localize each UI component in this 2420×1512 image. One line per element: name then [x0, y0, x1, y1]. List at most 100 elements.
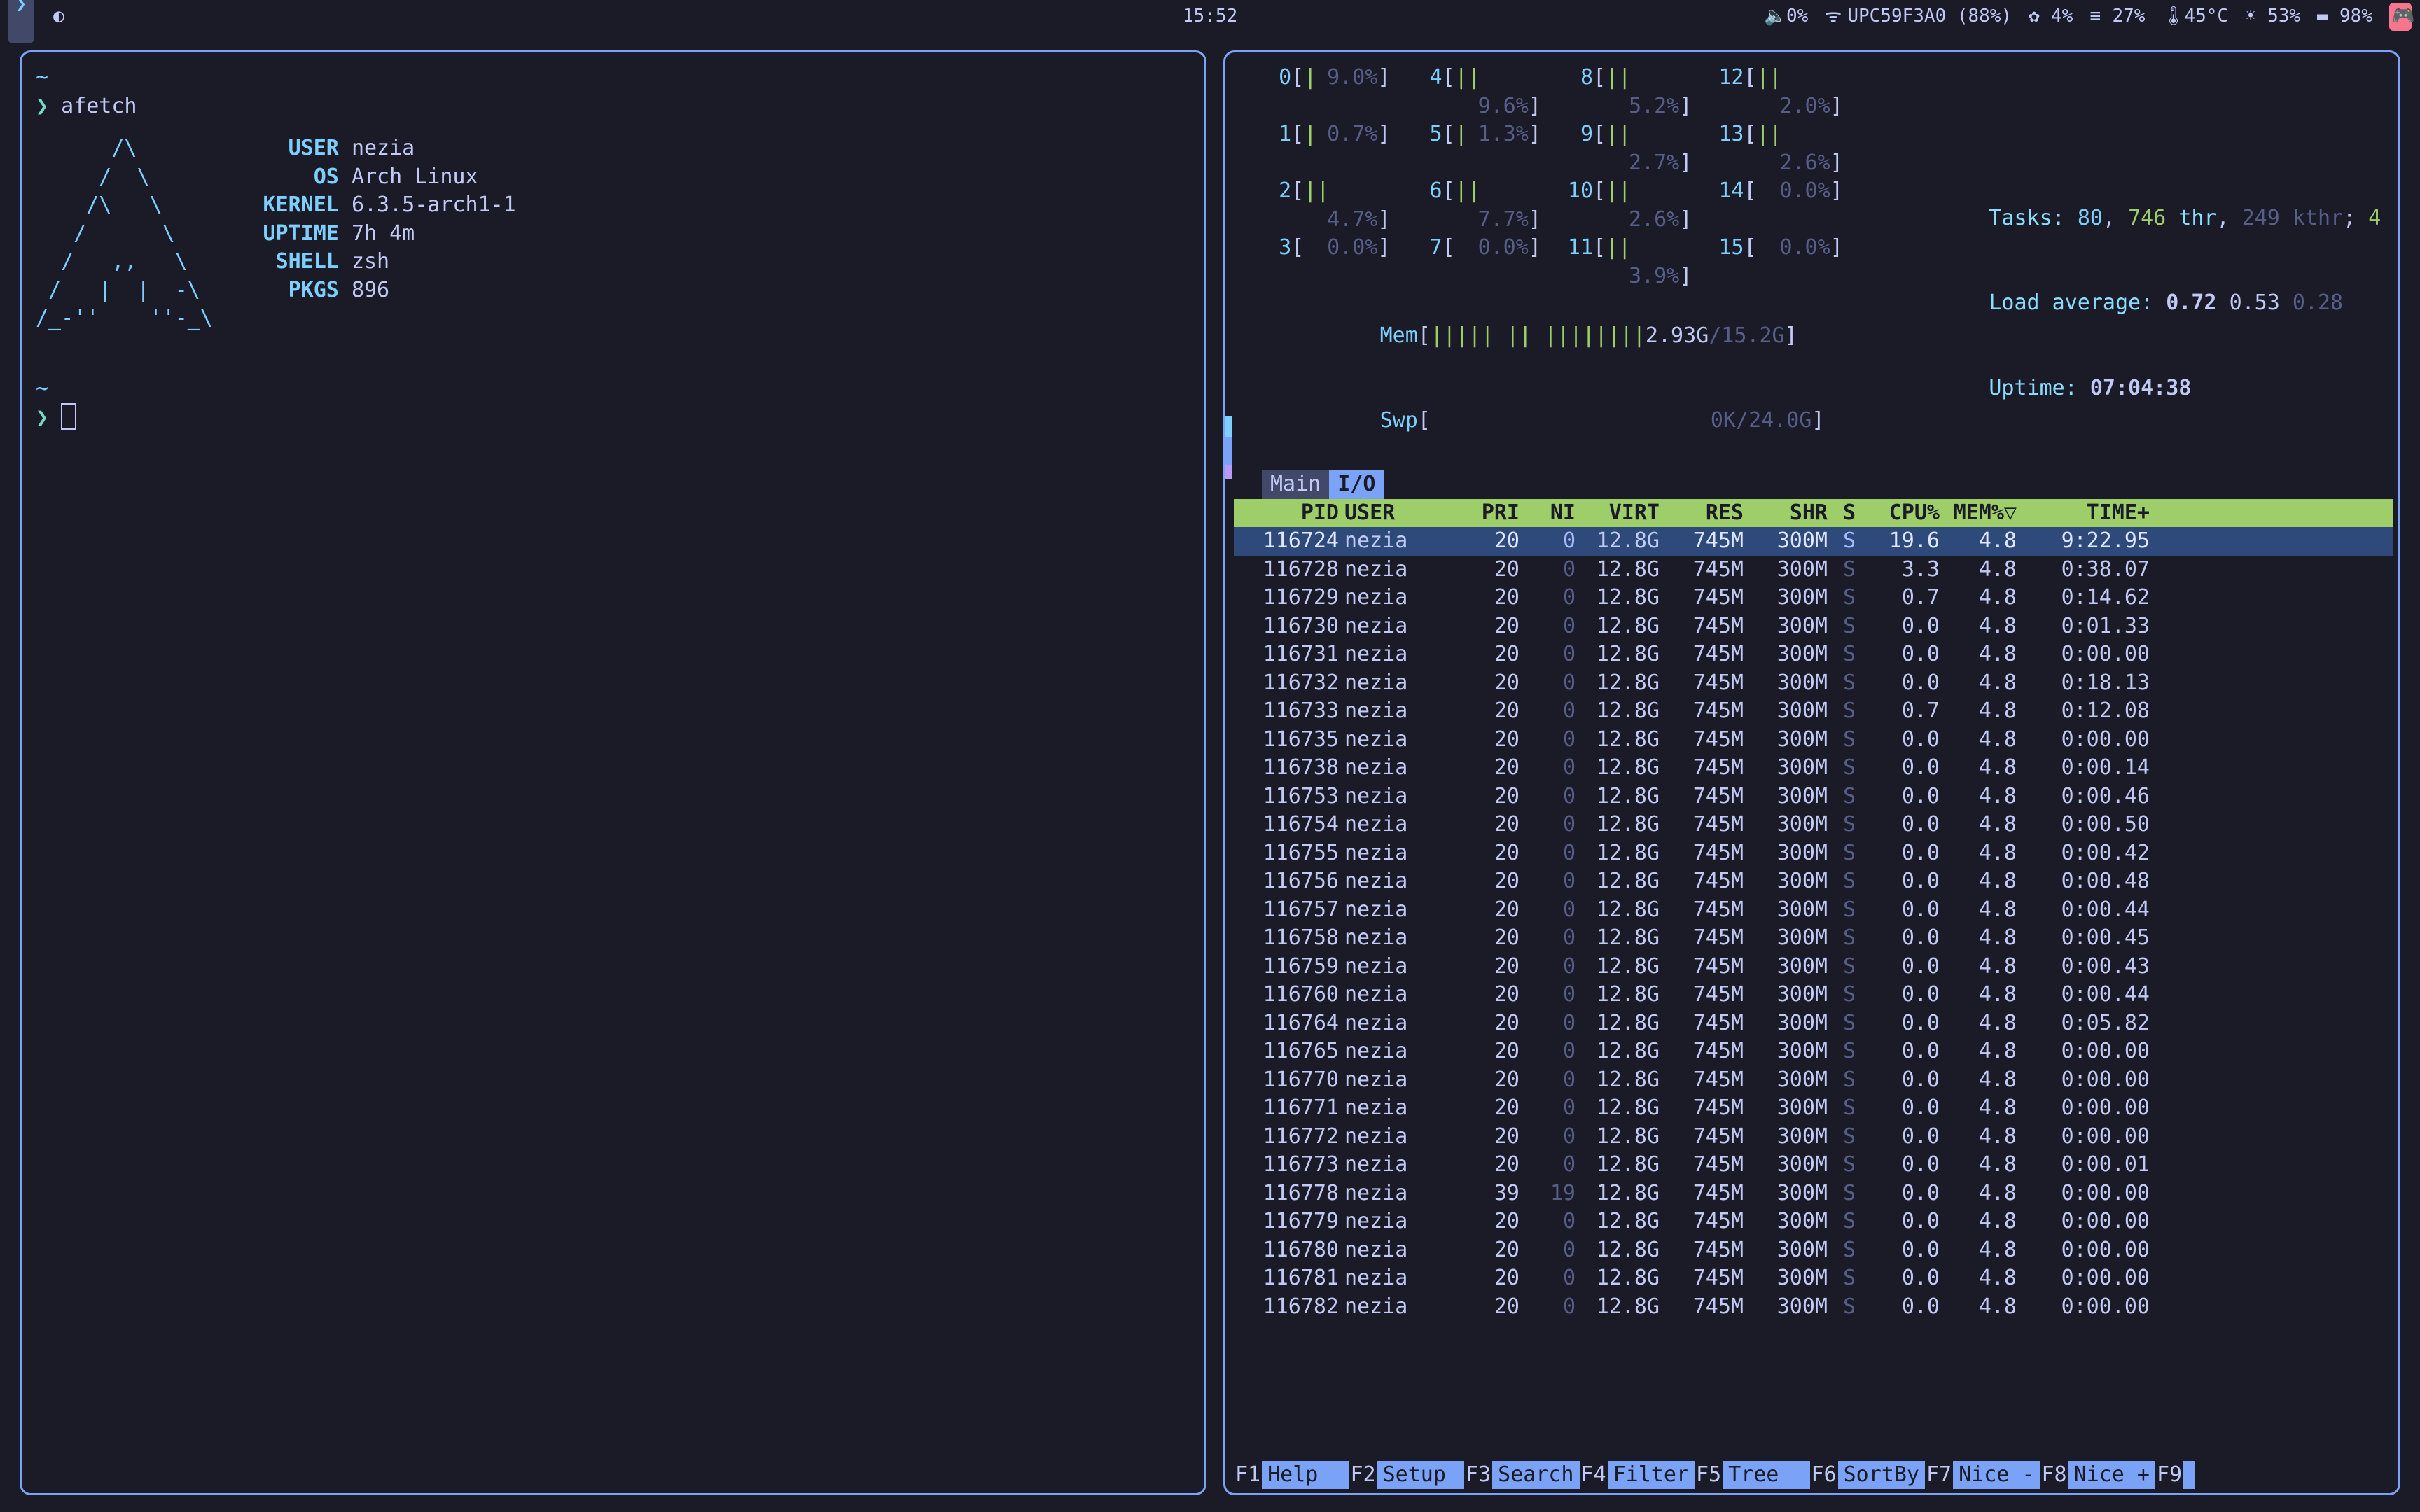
loadavg-line: Load average: 0.72 0.53 0.28 — [1853, 261, 2353, 346]
cpu-meter-13: 13[||2.6%] — [1706, 120, 1842, 177]
process-row[interactable]: 116757nezia20012.8G745M300MS0.04.80:00.4… — [1234, 896, 2393, 925]
fkey-f4[interactable]: F4Filter — [1580, 1461, 1695, 1490]
col-cpu[interactable]: CPU% — [1856, 499, 1940, 528]
process-row[interactable]: 116753nezia20012.8G745M300MS0.04.80:00.4… — [1234, 783, 2393, 811]
cpu-meter-6: 6[||7.7%] — [1404, 177, 1541, 234]
fkey-f3[interactable]: F3Search — [1464, 1461, 1580, 1490]
terminal-right-pane[interactable]: 0[|9.0%] 4[||9.6%] 8[||5.2%] 12[||2.0%] … — [1223, 50, 2400, 1495]
arch-ascii-logo: /\ / \ /\ \ / \ / ,, \ / | | -\ /_-'' ''… — [36, 134, 213, 333]
firefox-icon[interactable]: ◐ — [50, 4, 67, 29]
process-row[interactable]: 116738nezia20012.8G745M300MS0.04.80:00.1… — [1234, 754, 2393, 783]
process-row[interactable]: 116764nezia20012.8G745M300MS0.04.80:05.8… — [1234, 1009, 2393, 1038]
process-row[interactable]: 116782nezia20012.8G745M300MS0.04.80:00.0… — [1234, 1293, 2393, 1322]
process-row[interactable]: 116773nezia20012.8G745M300MS0.04.80:00.0… — [1234, 1151, 2393, 1180]
process-row[interactable]: 116730nezia20012.8G745M300MS0.04.80:01.3… — [1234, 612, 2393, 641]
info-shell: SHELL zsh — [241, 248, 516, 276]
col-res[interactable]: RES — [1660, 499, 1744, 528]
process-row[interactable]: 116732nezia20012.8G745M300MS0.04.80:18.1… — [1234, 669, 2393, 698]
col-user[interactable]: USER — [1344, 499, 1442, 528]
process-row[interactable]: 116770nezia20012.8G745M300MS0.04.80:00.0… — [1234, 1066, 2393, 1095]
process-table-header[interactable]: PID USER PRI NI VIRT RES SHR S CPU% MEM%… — [1234, 499, 2393, 528]
process-row[interactable]: 116729nezia20012.8G745M300MS0.74.80:14.6… — [1234, 584, 2393, 612]
col-shr[interactable]: SHR — [1744, 499, 1828, 528]
process-row[interactable]: 116735nezia20012.8G745M300MS0.04.80:00.0… — [1234, 726, 2393, 755]
memory-indicator[interactable]: ≡27% — [2089, 4, 2145, 29]
fkey-f8[interactable]: F8Nice + — [2040, 1461, 2156, 1490]
process-row[interactable]: 116771nezia20012.8G745M300MS0.04.80:00.0… — [1234, 1094, 2393, 1123]
col-mem[interactable]: MEM%▽ — [1940, 499, 2017, 528]
cpu-meter-15: 15[0.0%] — [1706, 234, 1842, 290]
sun-icon: ☀ — [2245, 4, 2262, 29]
process-row[interactable]: 116724nezia20012.8G745M300MS19.64.89:22.… — [1234, 527, 2393, 556]
process-row[interactable]: 116772nezia20012.8G745M300MS0.04.80:00.0… — [1234, 1123, 2393, 1152]
cpu-meters: 0[|9.0%] 4[||9.6%] 8[||5.2%] 12[||2.0%] … — [1244, 64, 1853, 293]
temperature-indicator[interactable]: 🌡45°C — [2162, 4, 2228, 29]
fkey-f7[interactable]: F7Nice - — [1925, 1461, 2040, 1490]
col-state[interactable]: S — [1828, 499, 1856, 528]
clock: 15:52 — [1183, 4, 1237, 29]
info-user: USER nezia — [241, 134, 516, 163]
bars-icon: ≡ — [2089, 4, 2106, 29]
col-ni[interactable]: NI — [1520, 499, 1576, 528]
discord-icon[interactable]: 🎮 — [2389, 3, 2412, 30]
tasks-line: Tasks: 80, 746 thr, 249 kthr; 4 — [1853, 176, 2391, 261]
scroll-gutter[interactable] — [1225, 416, 1232, 1450]
col-pid[interactable]: PID — [1234, 499, 1344, 528]
terminal-icon[interactable]: ❯_ — [8, 0, 34, 43]
prompt-line[interactable]: ❯ — [36, 403, 1190, 433]
volume-icon: 🔈 — [1764, 4, 1781, 29]
text-cursor — [61, 403, 76, 430]
process-row[interactable]: 116733nezia20012.8G745M300MS0.74.80:12.0… — [1234, 697, 2393, 726]
process-row[interactable]: 116728nezia20012.8G745M300MS3.34.80:38.0… — [1234, 556, 2393, 584]
fkey-f5[interactable]: F5Tree — [1695, 1461, 1810, 1490]
volume-indicator[interactable]: 🔈0% — [1764, 4, 1808, 29]
battery-indicator[interactable]: ▬98% — [2317, 4, 2372, 29]
fkey-f2[interactable]: F2Setup — [1349, 1461, 1465, 1490]
function-key-bar[interactable]: F1Help F2Setup F3SearchF4FilterF5Tree F6… — [1234, 1461, 2393, 1490]
col-pri[interactable]: PRI — [1442, 499, 1520, 528]
cpu-meter-10: 10[||2.6%] — [1555, 177, 1692, 234]
col-time[interactable]: TIME+ — [2017, 499, 2155, 528]
afetch-output: /\ / \ /\ \ / \ / ,, \ / | | -\ /_-'' ''… — [36, 134, 1190, 333]
fkey-f9[interactable]: F9 — [2155, 1461, 2195, 1490]
col-virt[interactable]: VIRT — [1576, 499, 1660, 528]
process-row[interactable]: 116731nezia20012.8G745M300MS0.04.80:00.0… — [1234, 640, 2393, 669]
cpu-meter-14: 14[0.0%] — [1706, 177, 1842, 234]
info-kernel: KERNEL 6.3.5-arch1-1 — [241, 191, 516, 220]
process-row[interactable]: 116760nezia20012.8G745M300MS0.04.80:00.4… — [1234, 981, 2393, 1009]
command-text: afetch — [61, 94, 137, 118]
info-os: OS Arch Linux — [241, 163, 516, 192]
tab-io[interactable]: I/O — [1329, 470, 1384, 499]
process-row[interactable]: 116755nezia20012.8G745M300MS0.04.80:00.4… — [1234, 839, 2393, 868]
home-tilde: ~ — [36, 375, 1190, 404]
gear-icon: ✿ — [2029, 4, 2045, 29]
process-row[interactable]: 116780nezia20012.8G745M300MS0.04.80:00.0… — [1234, 1236, 2393, 1265]
fkey-f6[interactable]: F6SortBy — [1810, 1461, 1926, 1490]
tab-main[interactable]: Main — [1262, 470, 1329, 499]
wifi-indicator[interactable]: ᯤUPC59F3A0 (88%) — [1825, 4, 2012, 29]
fkey-f1[interactable]: F1Help — [1234, 1461, 1349, 1490]
cpu-meter-7: 7[0.0%] — [1404, 234, 1541, 290]
brightness-indicator[interactable]: ☀53% — [2245, 4, 2300, 29]
process-row[interactable]: 116758nezia20012.8G745M300MS0.04.80:00.4… — [1234, 924, 2393, 953]
cpu-meter-4: 4[||9.6%] — [1404, 64, 1541, 120]
info-uptime: UPTIME 7h 4m — [241, 220, 516, 248]
process-row[interactable]: 116754nezia20012.8G745M300MS0.04.80:00.5… — [1234, 811, 2393, 839]
cpu-meter-11: 11[||3.9%] — [1555, 234, 1692, 290]
process-row[interactable]: 116765nezia20012.8G745M300MS0.04.80:00.0… — [1234, 1037, 2393, 1066]
swap-meter: Swp[0K/24.0G] — [1244, 379, 1834, 464]
process-row[interactable]: 116759nezia20012.8G745M300MS0.04.80:00.4… — [1234, 953, 2393, 981]
prompt-line: ❯ afetch — [36, 92, 1190, 121]
cpu-indicator[interactable]: ✿4% — [2029, 4, 2073, 29]
process-row[interactable]: 116779nezia20012.8G745M300MS0.04.80:00.0… — [1234, 1208, 2393, 1236]
cpu-meter-0: 0[|9.0%] — [1253, 64, 1390, 120]
terminal-left-pane[interactable]: ~ ❯ afetch /\ / \ /\ \ / \ / ,, \ / | | … — [20, 50, 1206, 1495]
cpu-meter-9: 9[||2.7%] — [1555, 120, 1692, 177]
process-row[interactable]: 116781nezia20012.8G745M300MS0.04.80:00.0… — [1234, 1264, 2393, 1293]
htop-tabs[interactable]: Main I/O — [1262, 470, 2393, 499]
process-row[interactable]: 116756nezia20012.8G745M300MS0.04.80:00.4… — [1234, 867, 2393, 896]
process-row[interactable]: 116778nezia391912.8G745M300MS0.04.80:00.… — [1234, 1180, 2393, 1208]
system-info-block: USER neziaOS Arch LinuxKERNEL 6.3.5-arch… — [241, 134, 516, 333]
cpu-meter-12: 12[||2.0%] — [1706, 64, 1842, 120]
process-table-body[interactable]: 116724nezia20012.8G745M300MS19.64.89:22.… — [1234, 527, 2393, 1488]
